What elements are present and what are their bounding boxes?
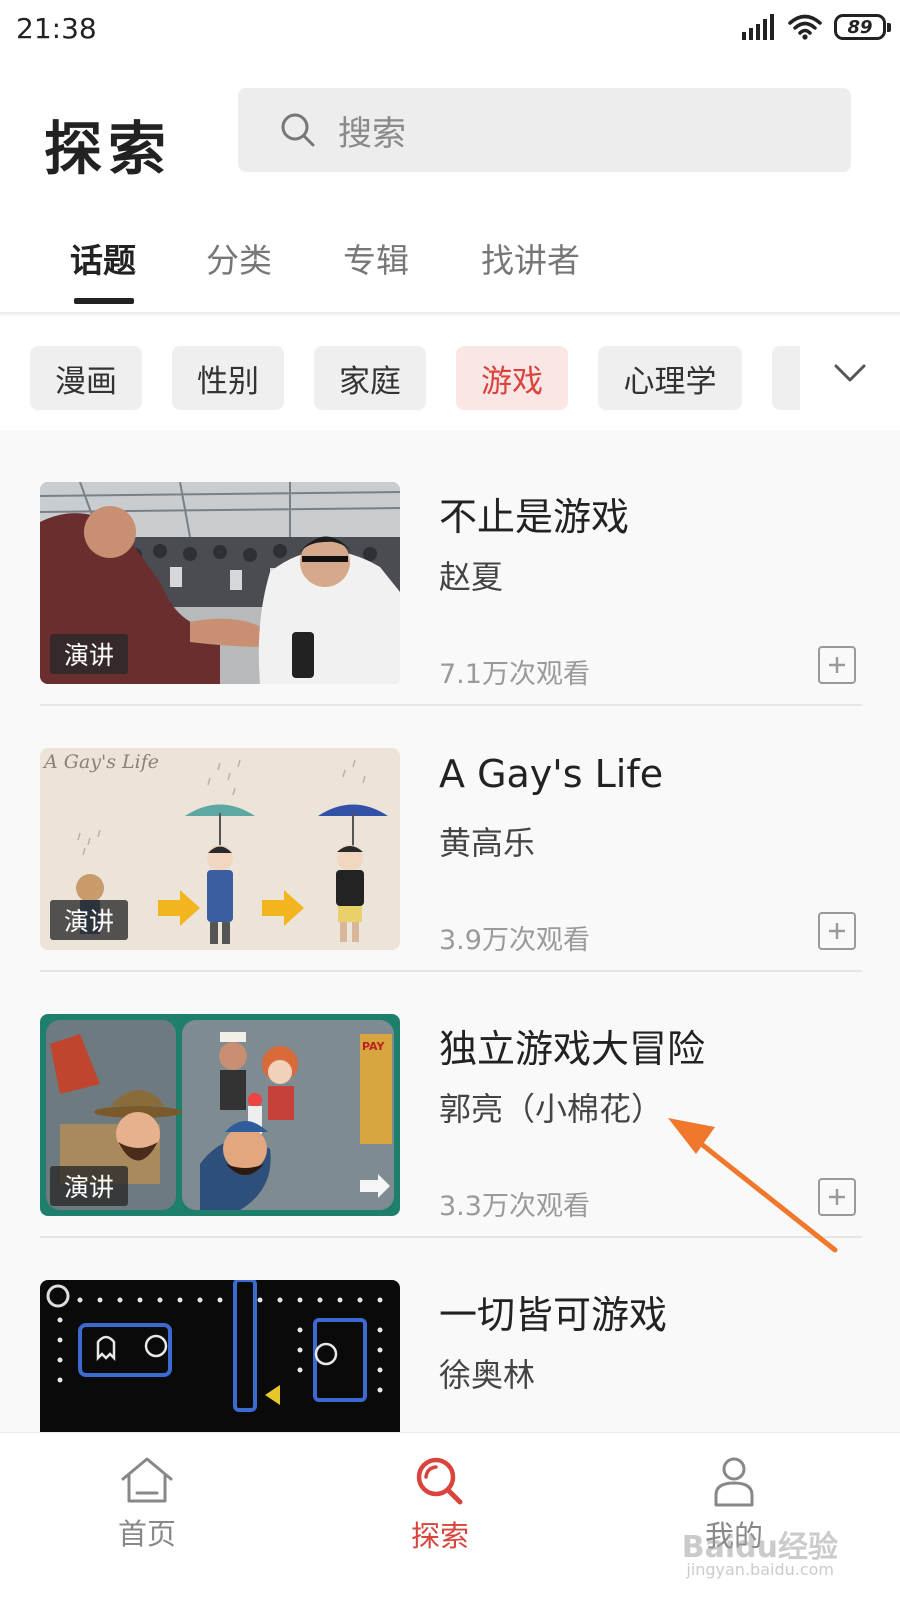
talk-badge: 演讲 <box>50 900 129 940</box>
tab-topics[interactable]: 话题 <box>70 234 136 282</box>
watermark-url: jingyan.baidu.com <box>686 1560 834 1579</box>
talk-speaker[interactable]: 赵夏 <box>439 552 503 598</box>
add-to-list-button[interactable] <box>818 1178 856 1216</box>
expand-chips-button[interactable] <box>800 316 900 430</box>
status-time: 21:38 <box>16 12 97 45</box>
search-placeholder: 搜索 <box>338 113 406 154</box>
battery-level: 89 <box>847 16 873 38</box>
chip-family[interactable]: 家庭 <box>314 346 426 410</box>
talk-thumbnail[interactable]: A Gay's Life 演讲 <box>40 748 400 950</box>
talk-badge: 演讲 <box>50 634 129 674</box>
header: 探索 搜索 <box>0 64 900 214</box>
status-icons: 89 <box>742 14 891 40</box>
tab-speakers[interactable]: 找讲者 <box>481 234 580 282</box>
signal-icon <box>742 14 774 40</box>
talk-speaker[interactable]: 黄高乐 <box>439 818 535 864</box>
profile-icon <box>714 1457 754 1507</box>
chip-comics[interactable]: 漫画 <box>30 346 142 410</box>
talk-thumbnail[interactable]: PAY 演讲 <box>40 1014 400 1216</box>
talk-views: 3.9万次观看 <box>439 925 590 956</box>
page-title: 探索 <box>44 115 173 183</box>
topic-chips: 漫画 性别 家庭 游戏 心理学 <box>0 316 900 430</box>
talk-card[interactable]: 演讲 不止是游戏 赵夏 7.1万次观看 <box>40 434 862 706</box>
home-icon <box>121 1457 173 1503</box>
active-tab-indicator <box>74 298 134 304</box>
talk-speaker[interactable]: 徐奥林 <box>439 1350 535 1396</box>
thumbnail-caption: A Gay's Life <box>42 751 159 773</box>
search-input[interactable]: 搜索 <box>238 88 851 172</box>
talk-list: 演讲 不止是游戏 赵夏 7.1万次观看 A Gay's Life 演讲 A Ga… <box>0 430 900 1432</box>
chip-games[interactable]: 游戏 <box>456 346 568 410</box>
search-icon <box>416 1457 463 1505</box>
nav-explore[interactable]: 探索 <box>360 1455 520 1555</box>
talk-thumbnail[interactable]: 演讲 <box>40 482 400 684</box>
add-to-list-button[interactable] <box>818 646 856 684</box>
plus-icon <box>829 923 845 939</box>
add-to-list-button[interactable] <box>818 912 856 950</box>
talk-card[interactable]: A Gay's Life 演讲 A Gay's Life 黄高乐 3.9万次观看 <box>40 700 862 972</box>
thumbnail-image <box>40 1280 400 1432</box>
nav-home[interactable]: 首页 <box>67 1455 227 1553</box>
talk-title[interactable]: 独立游戏大冒险 <box>439 1018 705 1073</box>
status-bar: 21:38 89 <box>0 0 900 64</box>
talk-speaker[interactable]: 郭亮（小棉花） <box>439 1084 663 1130</box>
talk-badge: 演讲 <box>50 1166 129 1206</box>
tab-categories[interactable]: 分类 <box>206 234 272 282</box>
talk-title[interactable]: A Gay's Life <box>439 752 663 796</box>
svg-text:PAY: PAY <box>362 1040 386 1053</box>
talk-card[interactable]: 一切皆可游戏 徐奥林 <box>40 1232 862 1432</box>
chevron-down-icon <box>834 364 866 382</box>
plus-icon <box>829 1189 845 1205</box>
talk-views: 7.1万次观看 <box>439 659 590 690</box>
talk-card[interactable]: PAY 演讲 独立游戏大冒险 郭亮（小棉花） 3.3万次观看 <box>40 966 862 1238</box>
chip-psychology[interactable]: 心理学 <box>598 346 742 410</box>
tab-albums[interactable]: 专辑 <box>343 234 409 282</box>
talk-title[interactable]: 不止是游戏 <box>439 486 629 541</box>
tab-bar: 话题 分类 专辑 找讲者 <box>0 214 900 314</box>
search-icon <box>281 113 315 147</box>
talk-title[interactable]: 一切皆可游戏 <box>439 1284 667 1339</box>
nav-explore-label: 探索 <box>410 1519 469 1553</box>
battery-icon: 89 <box>834 14 891 40</box>
nav-home-label: 首页 <box>117 1517 176 1551</box>
plus-icon <box>829 657 845 673</box>
wifi-icon <box>788 14 822 40</box>
talk-views: 3.3万次观看 <box>439 1191 590 1222</box>
chip-gender[interactable]: 性别 <box>172 346 284 410</box>
talk-thumbnail[interactable] <box>40 1280 400 1432</box>
